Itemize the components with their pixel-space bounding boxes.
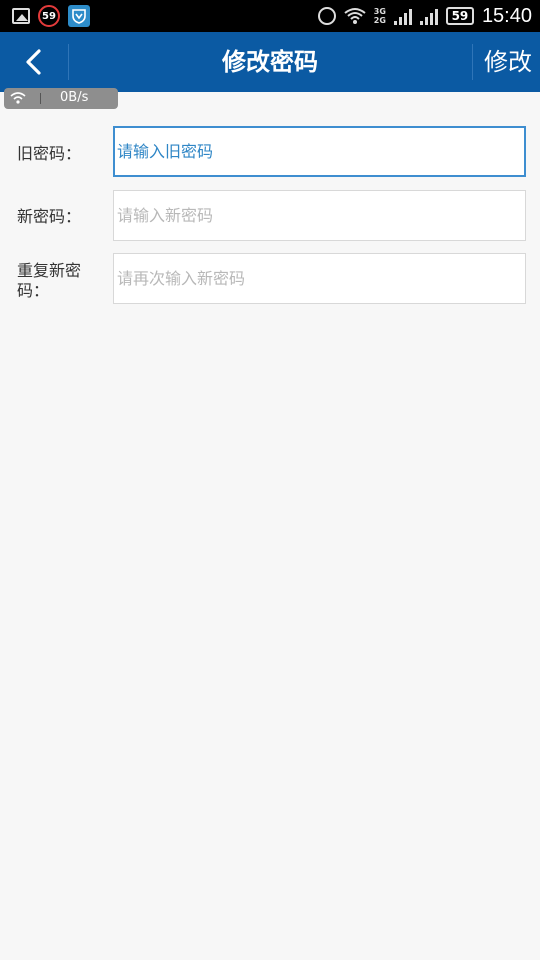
header-divider-left bbox=[68, 44, 69, 80]
signal-strength-icon bbox=[393, 7, 412, 25]
new-password-label: 新密码： bbox=[17, 207, 82, 226]
network-label-bottom: 2G bbox=[373, 16, 386, 25]
header-divider-right bbox=[472, 44, 473, 80]
status-bar: 59 3G 2G 59 15:40 bbox=[0, 0, 540, 32]
repeat-password-input[interactable] bbox=[113, 253, 526, 304]
notification-badge-icon: 59 bbox=[38, 5, 60, 27]
network-speed-value: 0B/s bbox=[60, 90, 89, 105]
battery-level: 59 bbox=[451, 9, 469, 23]
submit-change-button[interactable]: 修改 bbox=[484, 32, 532, 92]
app-header: 修改密码 修改 bbox=[0, 32, 540, 92]
status-time: 15:40 bbox=[481, 4, 532, 27]
status-bar-left: 59 bbox=[12, 4, 90, 28]
shield-icon bbox=[68, 5, 90, 27]
screen: 59 3G 2G 59 15:40 修改密码 修改 0B/s 旧密码： 新密码：… bbox=[0, 0, 540, 960]
battery-icon: 59 bbox=[445, 7, 474, 25]
signal-strength-icon-2 bbox=[419, 7, 438, 25]
status-bar-right: 3G 2G 59 15:40 bbox=[317, 0, 532, 32]
back-button[interactable] bbox=[0, 32, 68, 92]
wifi-small-icon bbox=[10, 92, 26, 104]
chevron-left-icon bbox=[26, 49, 41, 75]
page-title: 修改密码 bbox=[222, 48, 318, 76]
mobile-network-icon: 3G 2G bbox=[374, 7, 386, 25]
notification-badge-count: 59 bbox=[42, 10, 56, 22]
speed-divider bbox=[40, 93, 41, 104]
repeat-password-label: 重复新密码： bbox=[17, 261, 82, 300]
gallery-notification-icon bbox=[12, 8, 30, 24]
wifi-icon bbox=[344, 8, 366, 24]
alarm-icon bbox=[317, 7, 336, 25]
old-password-input[interactable] bbox=[113, 126, 526, 177]
network-label-top: 3G bbox=[373, 7, 386, 16]
network-speed-overlay[interactable]: 0B/s bbox=[4, 88, 118, 109]
new-password-input[interactable] bbox=[113, 190, 526, 241]
old-password-label: 旧密码： bbox=[17, 144, 82, 163]
